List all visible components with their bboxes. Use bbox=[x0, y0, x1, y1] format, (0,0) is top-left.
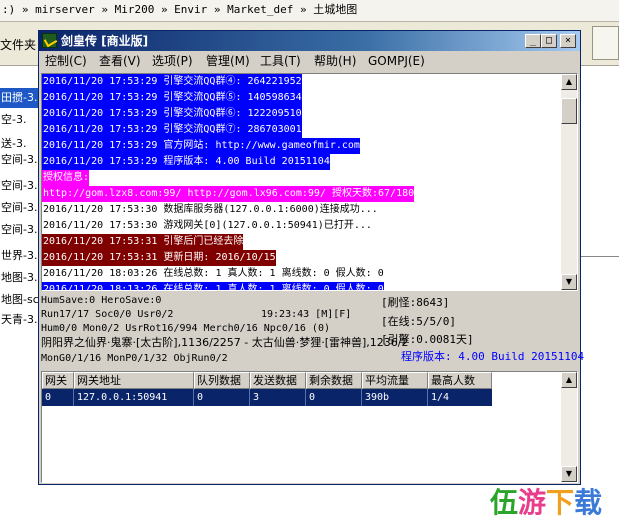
status-panel: HumSave:0 HeroSave:0 Run17/17 Soc0/0 Usr… bbox=[41, 293, 584, 367]
log-line: 2016/11/20 18:03:26 在线总数: 1 真人数: 1 离线数: … bbox=[43, 268, 384, 279]
window-title: 剑皇传 [商业版] bbox=[61, 34, 149, 48]
col-header[interactable]: 发送数据 bbox=[250, 372, 306, 389]
col-header[interactable]: 剩余数据 bbox=[306, 372, 362, 389]
status-version: 程序版本: 4.00 Build 20151104 bbox=[401, 350, 585, 363]
log-panel[interactable]: 2016/11/20 17:53:29 引擎交流QQ群④: 264221952 2… bbox=[41, 73, 578, 291]
table-cell: 127.0.0.1:50941 bbox=[74, 389, 194, 406]
watermark-glyph: 伍 bbox=[490, 486, 518, 519]
status-run: Run17/17 Soc0/0 Usr0/2 bbox=[41, 309, 174, 320]
site-watermark-logo: 伍游下载 bbox=[490, 486, 602, 519]
status-map-info: 阴阳界之仙界·鬼寨·[太古阶],1136/2257 - 太古仙兽·梦狸·[雷神兽… bbox=[41, 336, 409, 349]
status-objects: Hum0/0 Mon0/2 UsrRot16/994 Merch0/16 Npc… bbox=[41, 323, 330, 334]
log-line: 2016/11/20 17:53:29 引擎交流QQ群⑤: 140598634 bbox=[42, 90, 302, 106]
scroll-thumb[interactable] bbox=[561, 98, 577, 124]
log-line: 2016/11/20 17:53:29 引擎交流QQ群⑦: 286703001 bbox=[42, 122, 302, 138]
status-engine: [引擎:0.0081天] bbox=[381, 333, 474, 346]
minimize-button[interactable]: _ bbox=[525, 34, 541, 48]
menu-manage[interactable]: 管理(M) bbox=[206, 53, 250, 69]
col-header[interactable]: 队列数据 bbox=[194, 372, 250, 389]
log-scrollbar[interactable]: ▲ ▼ bbox=[561, 74, 577, 290]
explorer-file-item[interactable]: 空间-3. bbox=[0, 220, 40, 240]
explorer-file-item[interactable]: 空间-3. bbox=[0, 198, 40, 218]
explorer-go-button[interactable] bbox=[592, 26, 619, 60]
explorer-address-bar[interactable]: :) » mirserver » Mir200 » Envir » Market… bbox=[0, 0, 619, 22]
title-bar[interactable]: 剑皇传 [商业版] _ □ × bbox=[39, 31, 580, 51]
menu-tools[interactable]: 工具(T) bbox=[260, 53, 301, 69]
explorer-file-item[interactable]: 世界-3. bbox=[0, 246, 40, 266]
menu-gompj[interactable]: GOMPJ(E) bbox=[368, 53, 425, 69]
explorer-file-item[interactable]: 空间-3. bbox=[0, 150, 40, 170]
close-button[interactable]: × bbox=[560, 34, 576, 48]
app-icon bbox=[42, 33, 57, 48]
status-time: 19:23:43 [M][F] bbox=[261, 309, 352, 320]
status-save: HumSave:0 HeroSave:0 bbox=[41, 295, 162, 306]
menu-help[interactable]: 帮助(H) bbox=[314, 53, 356, 69]
svg-text:伍游下载: 伍游下载 bbox=[490, 486, 602, 519]
explorer-right-pane bbox=[578, 66, 619, 356]
table-cell: 0 bbox=[42, 389, 74, 406]
scroll-up-icon[interactable]: ▲ bbox=[561, 372, 577, 388]
log-line: 2016/11/20 17:53:31 引擎后门已经去除 bbox=[42, 234, 244, 250]
log-line: 2016/11/20 17:53:30 游戏网关[0](127.0.0.1:50… bbox=[43, 220, 372, 231]
table-cell: 390b bbox=[362, 389, 428, 406]
scroll-down-icon[interactable]: ▼ bbox=[561, 274, 577, 290]
log-line: 授权信息: bbox=[42, 170, 90, 186]
log-line: 2016/11/20 17:53:29 引擎交流QQ群⑥: 122209510 bbox=[42, 106, 302, 122]
table-cell: 3 bbox=[250, 389, 306, 406]
maximize-button[interactable]: □ bbox=[541, 34, 557, 48]
explorer-file-item[interactable]: 田掼-3. bbox=[0, 88, 40, 108]
col-header[interactable]: 网关 bbox=[42, 372, 74, 389]
explorer-file-list: 田掼-3. 空-3. 送-3. 空间-3. 空间-3. 空间-3. 空间-3. … bbox=[0, 66, 40, 366]
watermark-glyph: 下 bbox=[546, 486, 574, 519]
menu-bar: 控制(C) 查看(V) 选项(P) 管理(M) 工具(T) 帮助(H) GOMP… bbox=[39, 51, 580, 71]
col-header[interactable]: 最高人数 bbox=[428, 372, 492, 389]
col-header[interactable]: 网关地址 bbox=[74, 372, 194, 389]
watermark-glyph: 游 bbox=[518, 486, 546, 519]
log-line: 2016/11/20 18:13:26 在线总数: 1 真人数: 1 离线数: … bbox=[42, 282, 384, 290]
log-line: 2016/11/20 17:53:30 数据库服务器(127.0.0.1:600… bbox=[43, 204, 378, 215]
explorer-file-item[interactable]: 地图-3. bbox=[0, 268, 40, 288]
gateway-table[interactable]: 网关 网关地址 队列数据 发送数据 剩余数据 平均流量 最高人数 0 127.0… bbox=[41, 371, 578, 483]
explorer-file-item[interactable]: 天青-3. bbox=[0, 310, 40, 330]
watermark-glyph: 载 bbox=[574, 486, 602, 519]
scroll-up-icon[interactable]: ▲ bbox=[561, 74, 577, 90]
log-line: 2016/11/20 17:53:29 官方网站: http://www.gam… bbox=[42, 138, 360, 154]
table-cell: 0 bbox=[194, 389, 250, 406]
log-line: http://gom.lzx8.com:99/ http://gom.lx96.… bbox=[42, 186, 415, 202]
table-cell: 0 bbox=[306, 389, 362, 406]
col-header[interactable]: 平均流量 bbox=[362, 372, 428, 389]
table-row[interactable]: 0 127.0.0.1:50941 0 3 0 390b 1/4 bbox=[42, 389, 492, 406]
table-cell: 1/4 bbox=[431, 392, 450, 403]
explorer-file-item[interactable]: 地图-sc bbox=[0, 290, 40, 310]
log-line: 2016/11/20 17:53:31 更新日期: 2016/10/15 bbox=[42, 250, 276, 266]
folders-label[interactable]: 文件夹 bbox=[0, 36, 36, 53]
log-line: 2016/11/20 17:53:29 引擎交流QQ群④: 264221952 bbox=[42, 74, 302, 90]
explorer-file-item[interactable]: 空-3. bbox=[0, 110, 40, 130]
status-refresh: [刷怪:8643] bbox=[381, 296, 450, 309]
menu-view[interactable]: 查看(V) bbox=[99, 53, 141, 69]
status-online: [在线:5/5/0] bbox=[381, 315, 456, 328]
explorer-file-item[interactable]: 空间-3. bbox=[0, 176, 40, 196]
menu-options[interactable]: 选项(P) bbox=[152, 53, 193, 69]
menu-control[interactable]: 控制(C) bbox=[45, 53, 87, 69]
table-scrollbar[interactable]: ▲ ▼ bbox=[561, 372, 577, 482]
log-line: 2016/11/20 17:53:29 程序版本: 4.00 Build 201… bbox=[42, 154, 330, 170]
app-window: 剑皇传 [商业版] _ □ × 控制(C) 查看(V) 选项(P) 管理(M) … bbox=[38, 30, 584, 485]
status-monsters: MonG0/1/16 MonP0/1/32 ObjRun0/2 bbox=[41, 353, 228, 364]
